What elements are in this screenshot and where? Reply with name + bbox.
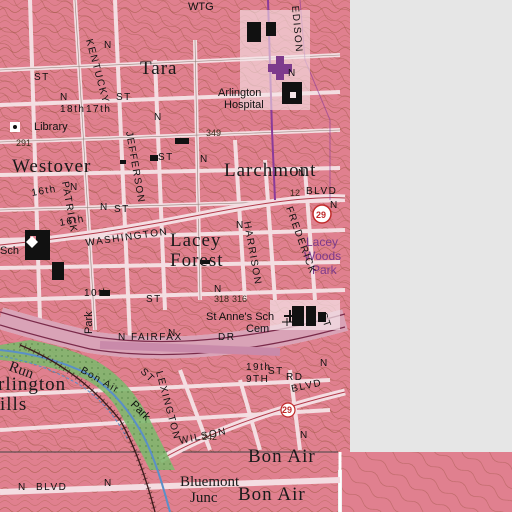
place-label-westover: Westover [12,156,91,177]
street-label-st-3: ST [146,294,162,305]
street-label-n-9: N [236,220,245,231]
topographic-map[interactable]: Tara Westover Larchmont Lacey Forest Bon… [0,0,512,512]
street-label-10th: 10th [84,288,109,299]
label-cem: Cem [246,323,269,335]
street-label-n-12: N [104,478,113,489]
place-label-bon-air-main: Bon Air [248,446,316,467]
street-label-n-11: N [288,68,297,79]
elevation-label-6: 12 [290,188,300,198]
street-label-n-6: N [154,112,163,123]
place-label-bluemont: Bluemont [180,474,240,490]
street-label-n-1: N [200,154,209,165]
street-label-n-14: N [18,482,27,493]
label-library: Library [34,121,68,133]
street-label-n-7: N [60,92,69,103]
elevation-label-5: 242 [202,432,217,442]
street-label-19th: 19th [246,362,271,373]
place-label-forest: Forest [170,250,224,271]
route-shield-number-1: 29 [316,210,326,220]
place-label-arlington-left: rlington [0,374,66,395]
park-label-lacey: Lacey [306,235,338,249]
place-label-junc: Junc [190,490,218,506]
elevation-label-3: 316 [232,294,247,304]
street-label-st-1: ST [34,72,50,83]
street-label-n-2: N [298,168,307,179]
label-sch-left: Sch [0,245,19,257]
street-label-st-4: ST [114,204,130,215]
street-label-st-5: ST [116,92,132,103]
place-label-lacey: Lacey [170,230,221,251]
place-label-tara: Tara [140,58,177,79]
street-label-n-10: N [168,328,177,339]
elevation-label-2: 349 [206,128,221,138]
label-park-left: Park [83,311,95,334]
place-label-wtg: WTG [188,1,214,13]
street-label-n-8: N [320,358,329,369]
street-label-n-5: N [100,202,109,213]
street-label-blvd-top: BLVD [306,186,337,197]
place-label-bon-air-bottom: Bon Air [238,484,306,505]
street-label-9th: 9TH [246,374,269,385]
street-label-17th: 17th [86,104,111,115]
street-label-n-4: N [70,182,79,193]
place-label-ills: ills [0,394,27,415]
street-label-rd: RD [286,372,303,383]
street-label-n-top: N [104,40,113,51]
street-label-blvd-bottom: BLVD [36,482,67,493]
label-arlington-hospital-1: Arlington [218,87,261,99]
library-icon [10,122,20,132]
elevation-label-1: 291 [16,138,31,148]
street-label-n-15: N [330,200,339,211]
street-label-n-13: N [300,430,309,441]
street-label-18th: 18th [60,104,85,115]
street-label-st-2: ST [158,152,174,163]
elevation-label-4: 318 [214,294,229,304]
label-st-annes-sch: St Anne's Sch [206,311,274,323]
street-label-dr: DR [218,332,235,343]
route-shield-number-2: 29 [282,405,292,415]
label-arlington-hospital-2: Hospital [224,99,264,111]
map-canvas: Tara Westover Larchmont Lacey Forest Bon… [0,0,512,512]
